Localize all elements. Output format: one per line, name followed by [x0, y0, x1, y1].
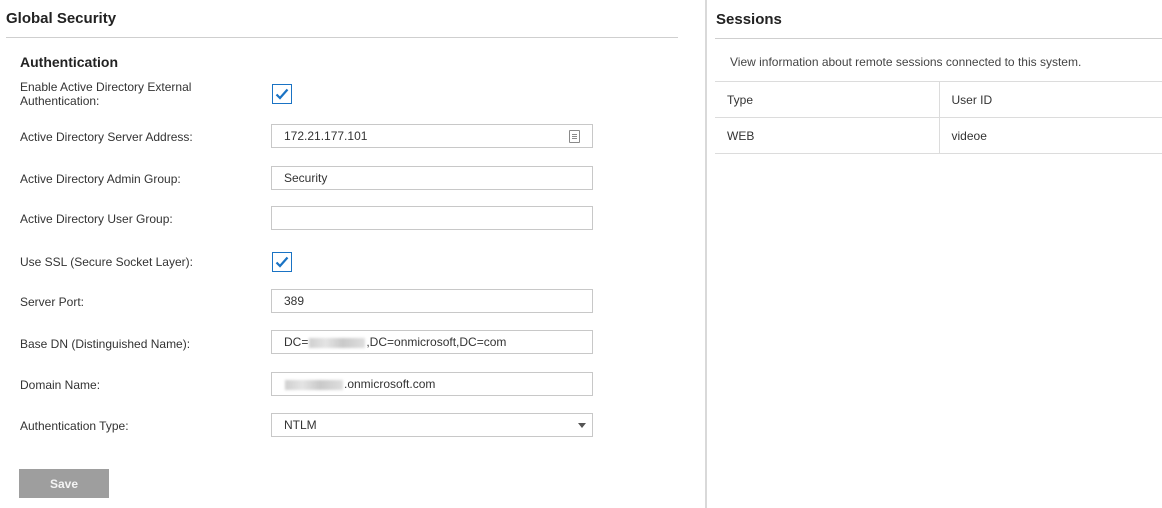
- admin-group-value: Security: [284, 171, 328, 185]
- admin-group-input[interactable]: Security: [271, 166, 593, 190]
- session-user-id-cell: videoe: [939, 117, 1162, 154]
- base-dn-suffix: ,DC=onmicrosoft,DC=com: [366, 335, 507, 349]
- server-port-value: 389: [284, 294, 305, 308]
- user-group-input[interactable]: [271, 206, 593, 230]
- auth-type-select[interactable]: NTLM: [271, 413, 593, 437]
- base-dn-prefix: DC=: [284, 335, 309, 349]
- domain-name-suffix: .onmicrosoft.com: [344, 377, 436, 391]
- server-port-input[interactable]: 389: [271, 289, 593, 313]
- auth-type-value: NTLM: [284, 418, 317, 432]
- session-type-cell: WEB: [715, 117, 940, 154]
- panel-divider: [705, 0, 707, 508]
- server-address-input[interactable]: 172.21.177.101: [271, 124, 593, 148]
- enable-ad-checkbox[interactable]: [272, 84, 292, 104]
- checkmark-icon: [275, 88, 289, 100]
- use-ssl-checkbox[interactable]: [272, 252, 292, 272]
- server-address-label: Active Directory Server Address:: [20, 130, 193, 144]
- column-header-user-id[interactable]: User ID: [939, 81, 1162, 118]
- redacted-text: [309, 337, 366, 348]
- domain-name-input[interactable]: .onmicrosoft.com: [271, 372, 593, 396]
- table-header-row: Type User ID: [715, 81, 1162, 118]
- table-row[interactable]: WEB videoe: [715, 117, 1162, 154]
- contact-card-icon[interactable]: [569, 129, 580, 143]
- checkmark-icon: [275, 256, 289, 268]
- sessions-description: View information about remote sessions c…: [730, 55, 1082, 69]
- global-security-title: Global Security: [6, 10, 117, 27]
- admin-group-label: Active Directory Admin Group:: [20, 172, 181, 186]
- sessions-title: Sessions: [716, 11, 782, 28]
- auth-type-label: Authentication Type:: [20, 419, 129, 433]
- domain-name-value: .onmicrosoft.com: [284, 373, 580, 395]
- save-button[interactable]: Save: [19, 469, 109, 498]
- enable-ad-label: Enable Active Directory External Authent…: [20, 80, 192, 108]
- redacted-text: [285, 379, 343, 390]
- caret-down-icon: [578, 422, 586, 428]
- global-security-rule: [6, 37, 678, 38]
- use-ssl-label: Use SSL (Secure Socket Layer):: [20, 255, 193, 269]
- authentication-section-title: Authentication: [20, 54, 118, 70]
- server-port-label: Server Port:: [20, 295, 85, 309]
- base-dn-value: DC= ,DC=onmicrosoft,DC=com: [284, 331, 580, 353]
- base-dn-label: Base DN (Distinguished Name):: [20, 337, 191, 351]
- column-header-type[interactable]: Type: [715, 81, 940, 118]
- sessions-rule: [715, 38, 1162, 39]
- user-group-label: Active Directory User Group:: [20, 212, 173, 226]
- server-address-value: 172.21.177.101: [284, 129, 368, 143]
- sessions-table: Type User ID WEB videoe: [715, 81, 1162, 154]
- base-dn-input[interactable]: DC= ,DC=onmicrosoft,DC=com: [271, 330, 593, 354]
- domain-name-label: Domain Name:: [20, 378, 101, 392]
